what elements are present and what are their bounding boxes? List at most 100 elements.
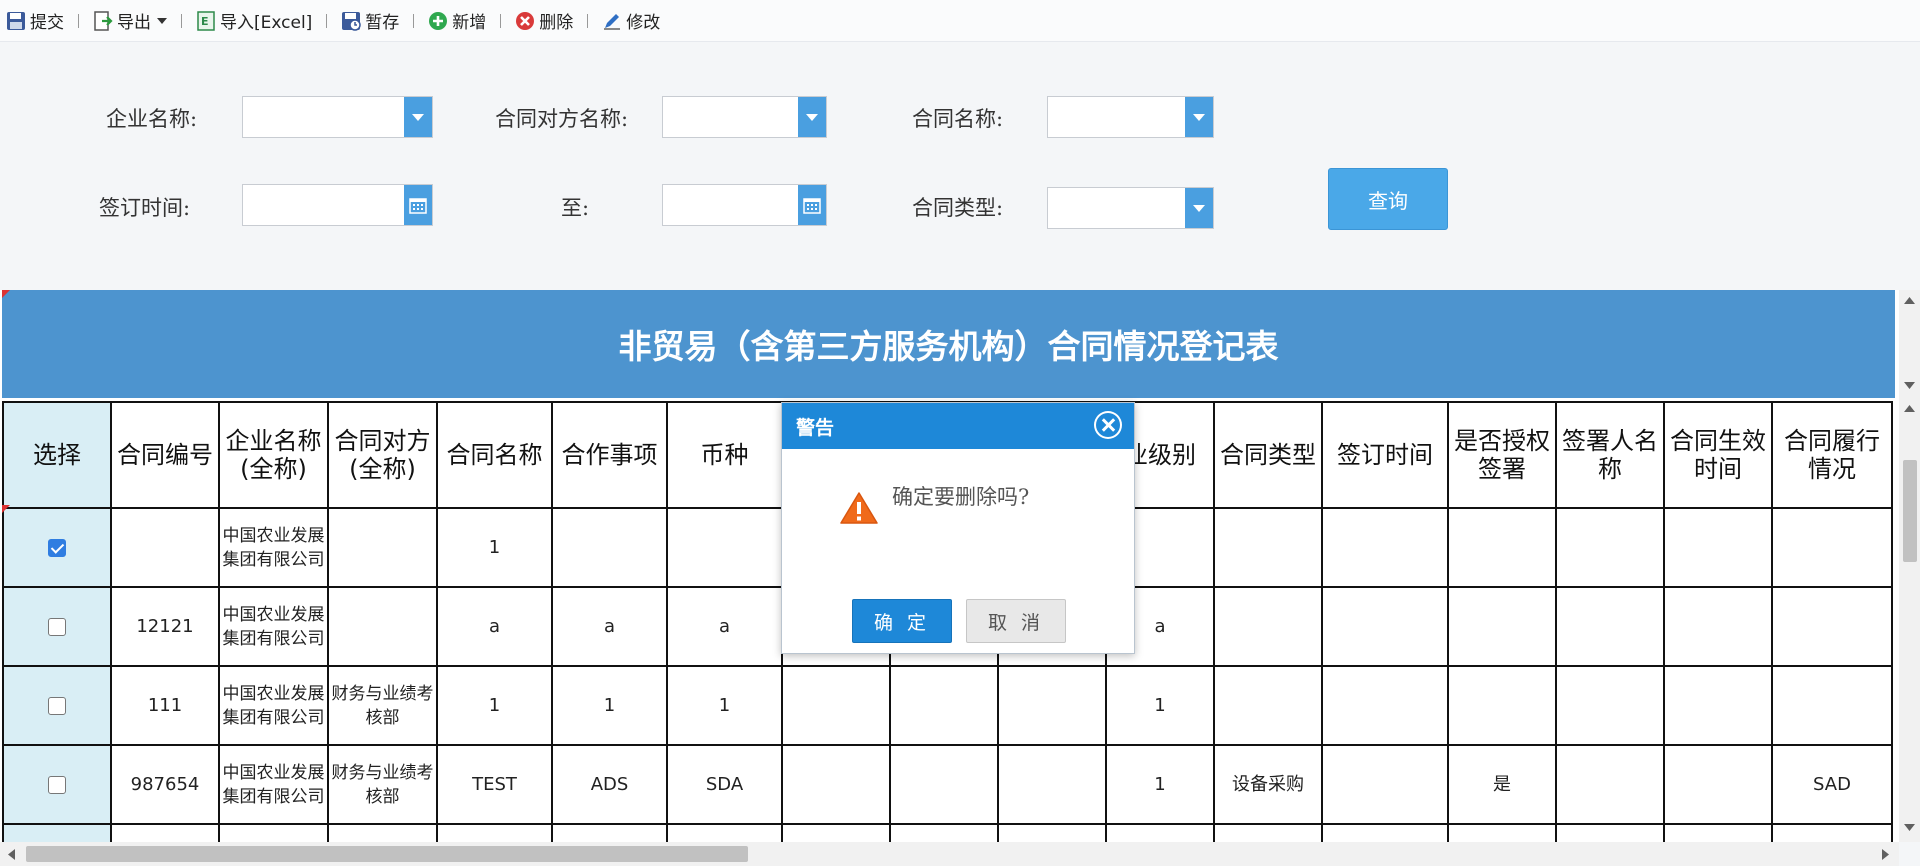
table-cell[interactable]: a bbox=[436, 586, 553, 667]
row-checkbox-cell[interactable] bbox=[2, 507, 112, 588]
confirm-button[interactable]: 确 定 bbox=[852, 599, 952, 643]
table-cell[interactable] bbox=[1771, 665, 1893, 746]
table-cell[interactable] bbox=[1663, 823, 1773, 842]
table-cell[interactable]: 中国农业发展集团有限公司 bbox=[218, 665, 329, 746]
table-cell[interactable] bbox=[997, 823, 1107, 842]
col-header-performance[interactable]: 合同履行情况 bbox=[1771, 401, 1893, 509]
table-cell[interactable] bbox=[551, 507, 668, 588]
table-cell[interactable] bbox=[110, 823, 220, 842]
table-cell[interactable] bbox=[1555, 665, 1665, 746]
row-checkbox-cell[interactable] bbox=[2, 744, 112, 825]
calendar-icon[interactable] bbox=[798, 185, 826, 225]
col-header-cooperation[interactable]: 合作事项 bbox=[551, 401, 668, 509]
table-cell[interactable] bbox=[1555, 507, 1665, 588]
col-header-select[interactable]: 选择 bbox=[2, 401, 112, 509]
calendar-icon[interactable] bbox=[404, 185, 432, 225]
submit-button[interactable]: 提交 bbox=[2, 6, 68, 36]
edit-button[interactable]: 修改 bbox=[598, 6, 664, 36]
table-cell[interactable] bbox=[1663, 744, 1773, 825]
table-cell[interactable]: ADS bbox=[551, 744, 668, 825]
table-row[interactable] bbox=[2, 823, 1893, 842]
table-cell[interactable] bbox=[1447, 823, 1557, 842]
contract-type-combo[interactable] bbox=[1047, 187, 1214, 229]
table-cell[interactable]: 111 bbox=[110, 665, 220, 746]
table-cell[interactable]: 1 bbox=[1105, 665, 1215, 746]
table-cell[interactable]: 1 bbox=[666, 665, 783, 746]
table-cell[interactable]: 财务与业绩考核部 bbox=[327, 744, 438, 825]
col-header-contract-name[interactable]: 合同名称 bbox=[436, 401, 553, 509]
chevron-down-icon[interactable] bbox=[1185, 188, 1213, 228]
table-cell[interactable]: 中国农业发展集团有限公司 bbox=[218, 507, 329, 588]
table-cell[interactable] bbox=[1555, 744, 1665, 825]
row-checkbox[interactable] bbox=[48, 775, 66, 794]
import-excel-button[interactable]: E 导入[Excel] bbox=[192, 6, 316, 36]
horizontal-scroll-thumb[interactable] bbox=[26, 846, 748, 862]
table-cell[interactable] bbox=[781, 823, 891, 842]
table-cell[interactable] bbox=[1663, 665, 1773, 746]
table-cell[interactable] bbox=[889, 823, 999, 842]
table-cell[interactable] bbox=[327, 586, 438, 667]
table-cell[interactable]: 设备采购 bbox=[1213, 744, 1323, 825]
table-cell[interactable]: 987654 bbox=[110, 744, 220, 825]
table-cell[interactable] bbox=[997, 744, 1107, 825]
query-button[interactable]: 查询 bbox=[1328, 168, 1448, 230]
table-cell[interactable] bbox=[781, 744, 891, 825]
col-header-effective-date[interactable]: 合同生效时间 bbox=[1663, 401, 1773, 509]
table-cell[interactable] bbox=[997, 665, 1107, 746]
table-cell[interactable] bbox=[436, 823, 553, 842]
scroll-up-icon[interactable] bbox=[1904, 404, 1915, 412]
table-cell[interactable] bbox=[551, 823, 668, 842]
table-cell[interactable] bbox=[889, 665, 999, 746]
scroll-up-icon[interactable] bbox=[1904, 296, 1915, 304]
table-row[interactable]: 111 中国农业发展集团有限公司 财务与业绩考核部 1 1 1 1 bbox=[2, 665, 1893, 746]
table-cell[interactable]: SAD bbox=[1771, 744, 1893, 825]
vertical-scrollbar[interactable] bbox=[1899, 290, 1920, 842]
chevron-down-icon[interactable] bbox=[404, 97, 432, 137]
table-cell[interactable] bbox=[1555, 586, 1665, 667]
chevron-down-icon[interactable] bbox=[1185, 97, 1213, 137]
table-cell[interactable]: 是 bbox=[1447, 744, 1557, 825]
table-cell[interactable]: 1 bbox=[436, 507, 553, 588]
table-cell[interactable] bbox=[1213, 507, 1323, 588]
counterparty-name-combo[interactable] bbox=[662, 96, 827, 138]
table-cell[interactable] bbox=[1321, 586, 1449, 667]
table-cell[interactable] bbox=[666, 507, 783, 588]
table-cell[interactable]: a bbox=[551, 586, 668, 667]
row-checkbox[interactable] bbox=[48, 696, 66, 715]
table-cell[interactable] bbox=[1213, 665, 1323, 746]
table-cell[interactable] bbox=[1447, 665, 1557, 746]
sign-date-end-input[interactable] bbox=[662, 184, 827, 226]
vertical-scroll-thumb[interactable] bbox=[1903, 460, 1917, 562]
table-cell[interactable] bbox=[1321, 744, 1449, 825]
company-name-combo[interactable] bbox=[242, 96, 433, 138]
table-cell[interactable] bbox=[1213, 823, 1323, 842]
table-cell[interactable] bbox=[1105, 823, 1215, 842]
table-cell[interactable]: 1 bbox=[1105, 744, 1215, 825]
chevron-down-icon[interactable] bbox=[798, 97, 826, 137]
table-cell[interactable] bbox=[327, 507, 438, 588]
export-button[interactable]: 导出 bbox=[89, 6, 171, 36]
table-cell[interactable] bbox=[1663, 586, 1773, 667]
row-checkbox-cell[interactable] bbox=[2, 665, 112, 746]
temp-save-button[interactable]: 暂存 bbox=[337, 6, 403, 36]
delete-button[interactable]: 删除 bbox=[511, 6, 577, 36]
add-button[interactable]: 新增 bbox=[424, 6, 490, 36]
table-row[interactable]: 987654 中国农业发展集团有限公司 财务与业绩考核部 TEST ADS SD… bbox=[2, 744, 1893, 825]
col-header-sign-date[interactable]: 签订时间 bbox=[1321, 401, 1449, 509]
scroll-down-icon[interactable] bbox=[1904, 824, 1915, 832]
row-checkbox[interactable] bbox=[48, 617, 66, 636]
table-cell[interactable] bbox=[1321, 823, 1449, 842]
table-cell[interactable] bbox=[1447, 507, 1557, 588]
table-cell[interactable]: 财务与业绩考核部 bbox=[327, 665, 438, 746]
col-header-company[interactable]: 企业名称(全称) bbox=[218, 401, 329, 509]
table-cell[interactable] bbox=[327, 823, 438, 842]
table-cell[interactable]: 中国农业发展集团有限公司 bbox=[218, 744, 329, 825]
scroll-right-icon[interactable] bbox=[1882, 849, 1890, 860]
col-header-contract-type[interactable]: 合同类型 bbox=[1213, 401, 1323, 509]
table-cell[interactable] bbox=[666, 823, 783, 842]
table-cell[interactable] bbox=[1321, 507, 1449, 588]
table-cell[interactable] bbox=[218, 823, 329, 842]
chevron-down-icon[interactable] bbox=[157, 17, 167, 24]
table-cell[interactable] bbox=[889, 744, 999, 825]
col-header-authorized[interactable]: 是否授权签署 bbox=[1447, 401, 1557, 509]
